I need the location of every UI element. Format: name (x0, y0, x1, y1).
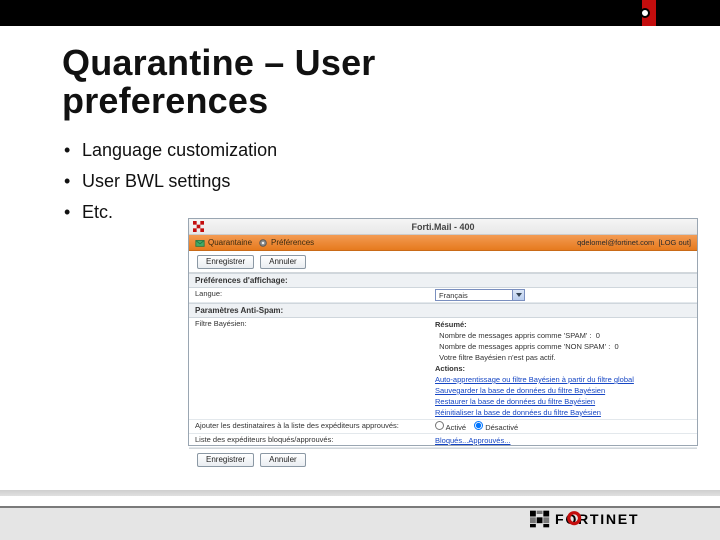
top-accent-bar (0, 0, 720, 26)
chevron-down-icon (512, 290, 524, 300)
section-display-prefs: Préférences d'affichage: (189, 273, 697, 288)
row-auto-approve: Ajouter les destinataires à la liste des… (189, 420, 697, 434)
quarantine-icon (195, 238, 205, 248)
language-label: Langue: (195, 289, 435, 298)
tab-preferences[interactable]: Préférences (258, 238, 314, 248)
preferences-icon (258, 238, 268, 248)
bullet-dot-icon: • (64, 140, 82, 161)
bwl-link[interactable]: Bloqués...Approuvés... (435, 436, 510, 445)
app-titlebar: Forti.Mail - 400 (189, 219, 697, 235)
top-accent-dot (640, 8, 650, 18)
brand-logo: FORTINET (520, 509, 690, 534)
app-product-name: Forti.Mail - 400 (411, 222, 474, 232)
action-restore-db[interactable]: Restaurer la base de données du filtre B… (435, 396, 691, 407)
bullet-dot-icon: • (64, 202, 82, 223)
radio-on-label[interactable]: Activé (435, 421, 466, 432)
title-line-2: preferences (62, 80, 268, 121)
actions-heading: Actions: (435, 364, 465, 373)
bullet-text: User BWL settings (82, 171, 230, 191)
row-bayes-filter: Filtre Bayésien: Résumé: Nombre de messa… (189, 318, 697, 420)
row-bwl: Liste des expéditeurs bloqués/approuvés:… (189, 434, 697, 448)
toolbar-bottom: Enregistrer Annuler (189, 448, 697, 470)
bullet-item: •Language customization (64, 140, 277, 161)
cancel-button[interactable]: Annuler (260, 255, 306, 269)
language-value: Français (439, 291, 468, 300)
tab-quarantine[interactable]: Quarantaine (195, 238, 252, 248)
toolbar-top: Enregistrer Annuler (189, 251, 697, 273)
user-email: qdelomel@fortinet.com (577, 238, 654, 247)
action-auto-learn[interactable]: Auto-apprentissage ou filtre Bayésien à … (435, 374, 691, 385)
tab-label: Quarantaine (208, 238, 252, 247)
bullet-dot-icon: • (64, 171, 82, 192)
bullet-text: Language customization (82, 140, 277, 160)
auto-approve-options: Activé Désactivé (435, 421, 691, 432)
slide-shadow-bar (0, 490, 720, 496)
page-title: Quarantine – User preferences (62, 44, 376, 120)
bwl-label: Liste des expéditeurs bloqués/approuvés: (195, 435, 435, 444)
bullet-item: •User BWL settings (64, 171, 277, 192)
summary-spam-label: Nombre de messages appris comme 'SPAM' : (439, 331, 591, 340)
language-select[interactable]: Français (435, 289, 525, 301)
app-window: Forti.Mail - 400 Quarantaine Préférences (188, 218, 698, 446)
action-save-db[interactable]: Sauvegarder la base de données du filtre… (435, 385, 691, 396)
app-tabbar: Quarantaine Préférences qdelomel@fortine… (189, 235, 697, 251)
tab-label: Préférences (271, 238, 314, 247)
section-antispam: Paramètres Anti-Spam: (189, 303, 697, 318)
summary-nonspam-label: Nombre de messages appris comme 'NON SPA… (439, 342, 610, 351)
summary-spam-count: 0 (596, 331, 600, 340)
fortinet-logo-icon (193, 221, 204, 232)
bayes-filter-label: Filtre Bayésien: (195, 319, 435, 328)
summary-nonspam-count: 0 (614, 342, 618, 351)
user-info: qdelomel@fortinet.com [LOG out] (577, 238, 691, 247)
radio-off-label[interactable]: Désactivé (474, 421, 518, 432)
cancel-button-bottom[interactable]: Annuler (260, 453, 306, 467)
radio-off[interactable] (474, 421, 483, 430)
save-button-bottom[interactable]: Enregistrer (197, 453, 254, 467)
summary-heading: Résumé: (435, 320, 467, 329)
action-reset-db[interactable]: Réinitialiser la base de données du filt… (435, 407, 691, 418)
radio-on-text: Activé (446, 423, 466, 432)
bayes-summary: Résumé: Nombre de messages appris comme … (435, 319, 691, 418)
summary-inactive: Votre filtre Bayésien n'est pas actif. (439, 353, 556, 362)
logout-link[interactable]: [LOG out] (658, 238, 691, 247)
slide: Quarantine – User preferences •Language … (0, 0, 720, 540)
auto-approve-label: Ajouter les destinataires à la liste des… (195, 421, 435, 430)
title-line-1: Quarantine – User (62, 42, 376, 83)
radio-off-text: Désactivé (485, 423, 518, 432)
radio-on[interactable] (435, 421, 444, 430)
save-button[interactable]: Enregistrer (197, 255, 254, 269)
bullet-text: Etc. (82, 202, 113, 222)
row-language: Langue: Français (189, 288, 697, 303)
